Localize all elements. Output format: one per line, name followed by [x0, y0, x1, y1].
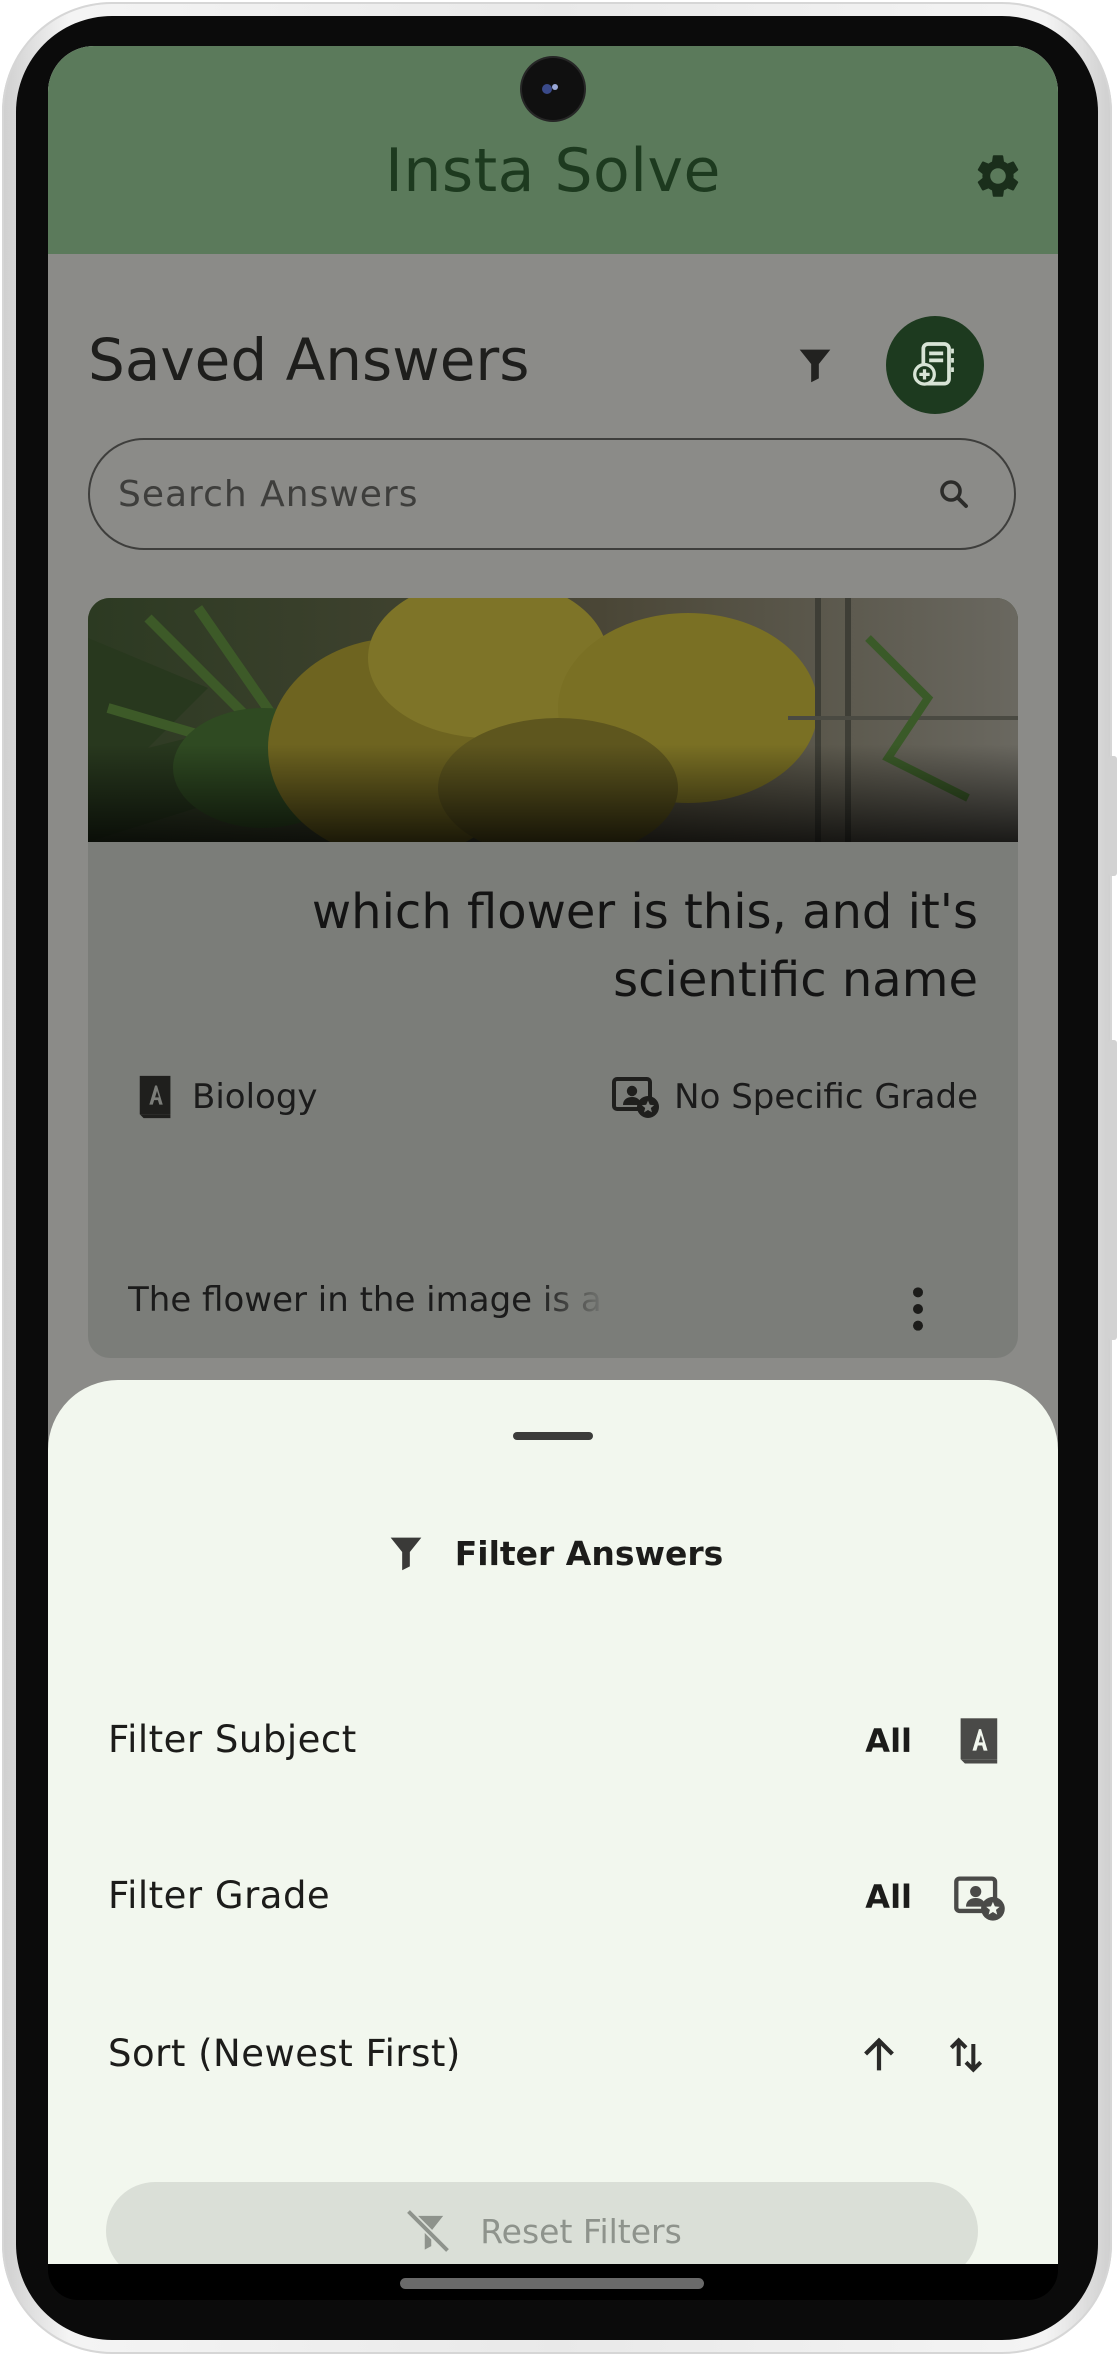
filter-icon[interactable] — [792, 342, 838, 388]
drag-handle[interactable] — [513, 1432, 593, 1440]
subject-chip: Biology — [134, 1072, 318, 1122]
filter-subject-value: All — [865, 1722, 912, 1760]
arrow-up-icon[interactable] — [856, 2032, 902, 2078]
search-placeholder: Search Answers — [118, 474, 419, 515]
answer-card[interactable]: which flower is this, and it's scientifi… — [88, 598, 1018, 1358]
subject-label: Biology — [192, 1077, 318, 1117]
grade-badge-icon[interactable] — [952, 1870, 1008, 1926]
reset-filters-button[interactable]: Reset Filters — [106, 2182, 978, 2264]
home-indicator[interactable] — [400, 2278, 704, 2289]
screen: Insta Solve Saved Answers Search Answers — [48, 46, 1058, 2264]
page-title: Saved Answers — [88, 326, 530, 394]
sort-row[interactable]: Sort (Newest First) — [108, 2014, 1008, 2094]
filter-grade-label: Filter Grade — [108, 1874, 331, 1917]
settings-gear-icon[interactable] — [972, 150, 1024, 202]
subject-book-icon — [139, 1075, 171, 1119]
filter-subject-row[interactable]: Filter Subject All — [108, 1700, 1008, 1780]
search-icon[interactable] — [936, 476, 972, 512]
sheet-title: Filter Answers — [454, 1533, 724, 1573]
new-answer-button[interactable] — [886, 316, 984, 414]
more-vert-icon[interactable] — [908, 1284, 928, 1334]
card-image — [88, 598, 1018, 842]
filter-grade-value: All — [865, 1878, 912, 1916]
filter-off-icon — [406, 2208, 451, 2254]
front-camera — [522, 58, 584, 120]
sheet-header: Filter Answers — [48, 1530, 1058, 1576]
reset-filters-label: Reset Filters — [480, 2211, 682, 2251]
answer-preview: The flower in the image is a All — [128, 1280, 608, 1320]
filter-subject-label: Filter Subject — [108, 1718, 357, 1761]
grade-label: No Specific Grade — [674, 1077, 978, 1117]
volume-button — [1108, 756, 1117, 876]
filter-bottom-sheet: Filter Answers Filter Subject All Filter… — [48, 1380, 1058, 2264]
filter-grade-row[interactable]: Filter Grade All — [108, 1856, 1008, 1936]
grade-badge-icon — [612, 1077, 660, 1118]
app-title: Insta Solve — [385, 136, 721, 206]
sort-icon[interactable] — [944, 2032, 988, 2078]
sort-label: Sort (Newest First) — [108, 2032, 461, 2075]
grade-chip: No Specific Grade — [610, 1072, 978, 1122]
subject-book-icon[interactable] — [952, 1714, 1008, 1770]
add-note-icon — [913, 342, 954, 386]
filter-icon — [390, 1537, 422, 1571]
power-button — [1108, 1040, 1117, 1340]
search-input[interactable]: Search Answers — [88, 438, 1016, 550]
question-text: which flower is this, and it's scientifi… — [311, 884, 978, 1008]
